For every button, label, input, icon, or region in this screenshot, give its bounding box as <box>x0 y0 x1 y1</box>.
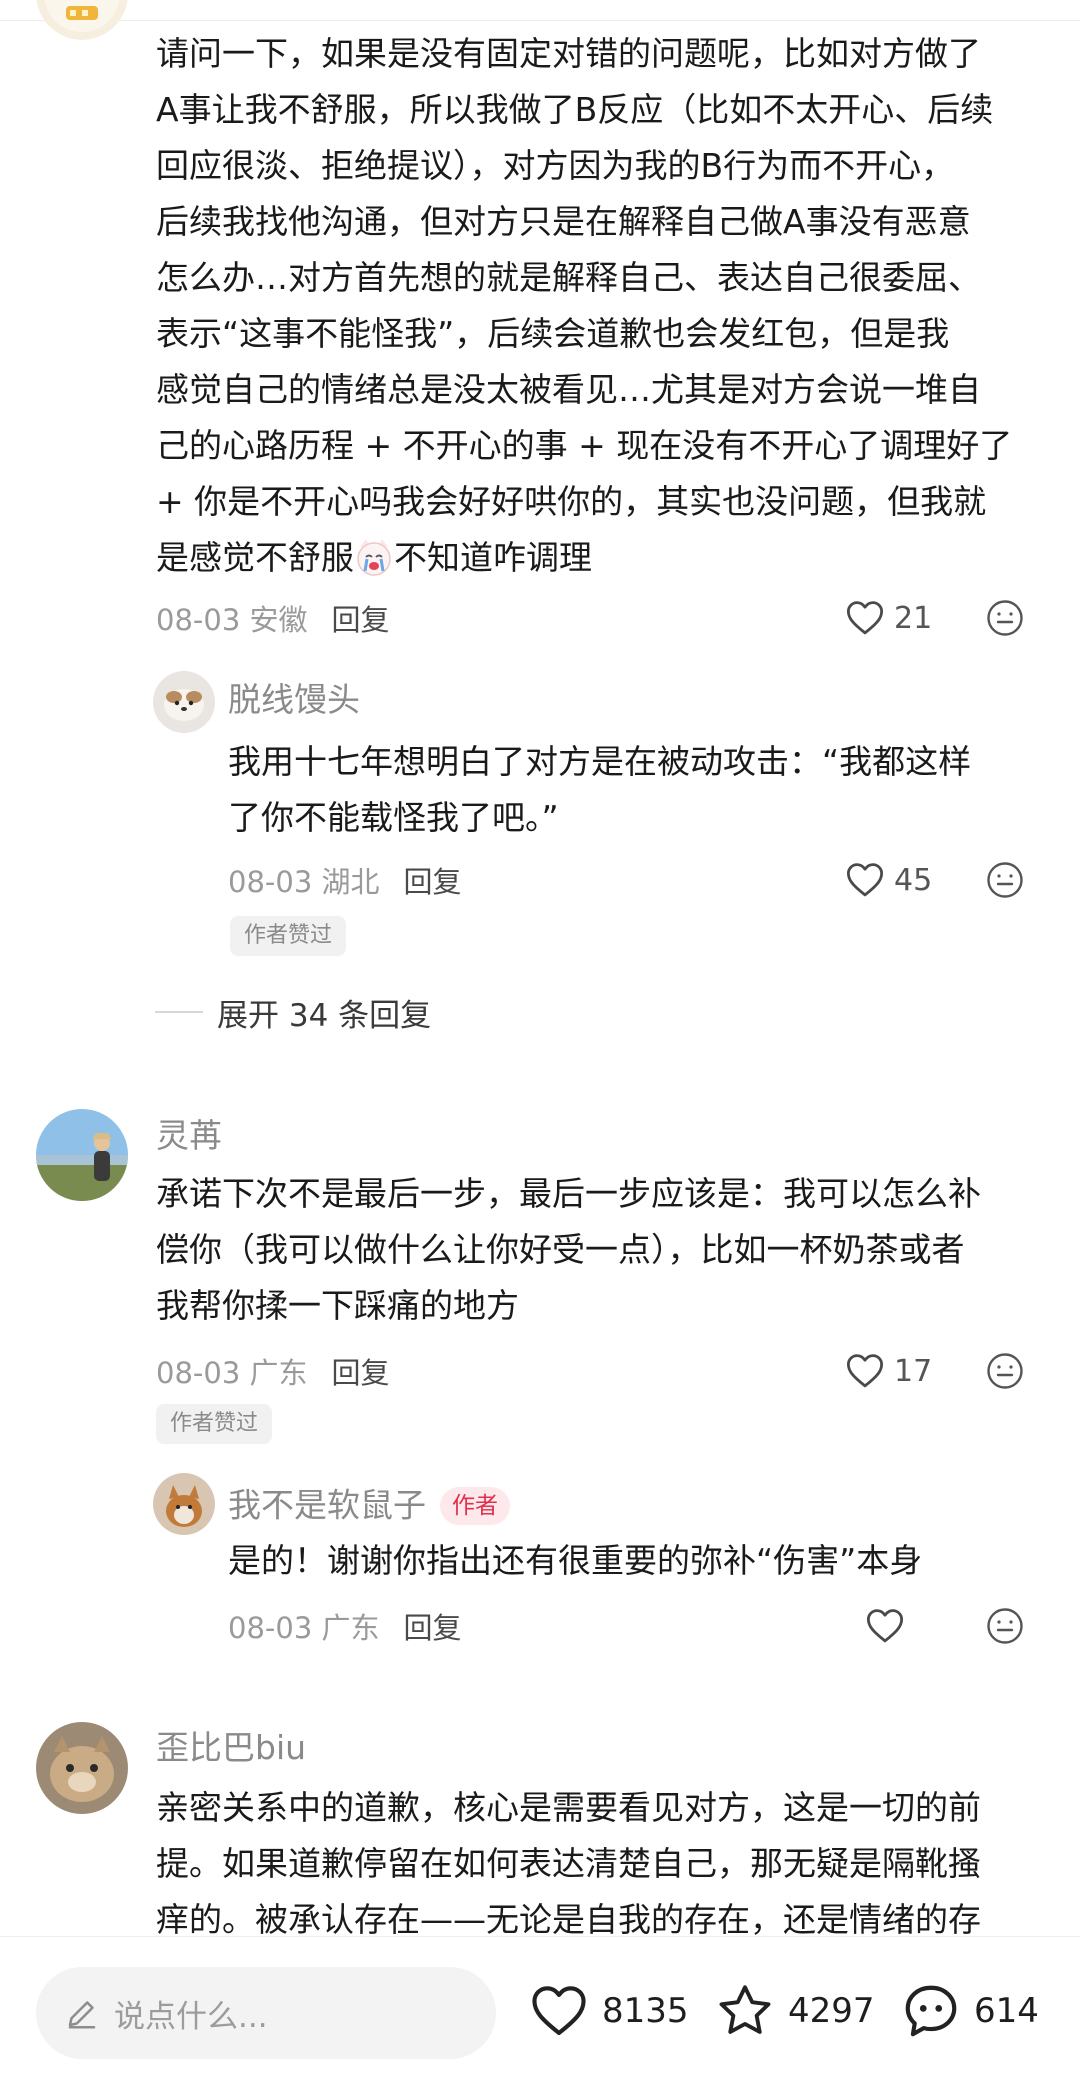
emoji-icon[interactable] <box>985 598 1025 638</box>
divider <box>0 20 1080 21</box>
like-count: 8135 <box>602 1991 689 2031</box>
comment-date: 08-03 湖北 <box>228 865 380 899</box>
heart-icon <box>532 1986 586 2036</box>
author-liked-badge: 作者赞过 <box>156 1404 273 1444</box>
like-button[interactable]: 21 <box>844 593 932 643</box>
comment-meta: 08-03 安徽 回复 <box>156 593 390 643</box>
comment-line: 是的！谢谢你指出还有很重要的弥补“伤害”本身 <box>228 1541 923 1580</box>
like-button[interactable] <box>864 1601 914 1651</box>
comment-line: 回应很淡、拒绝提议），对方因为我的B行为而不开心， <box>156 146 955 185</box>
comment-input[interactable]: 说点什么... <box>36 1967 496 2059</box>
comment-line: 了你不能载怪我了吧。” <box>228 798 559 837</box>
reply-text: 我用十七年想明白了对方是在被动攻击：“我都这样 了你不能载怪我了吧。” <box>228 734 971 846</box>
comment-line: 提。如果道歉停留在如何表达清楚自己，那无疑是隔靴搔 <box>156 1844 981 1883</box>
comment-line-part: 是感觉不舒服 <box>156 538 354 577</box>
comment-date: 08-03 安徽 <box>156 603 308 637</box>
comment-line: 怎么办…对方首先想的就是解释自己、表达自己很委屈、 <box>156 258 981 297</box>
author-badge: 作者 <box>440 1486 510 1525</box>
avatar[interactable] <box>153 1473 215 1535</box>
comment-icon <box>905 1985 957 2037</box>
reply-text: 是的！谢谢你指出还有很重要的弥补“伤害”本身 <box>228 1533 922 1589</box>
like-button[interactable]: 17 <box>844 1346 932 1396</box>
emoji-icon[interactable] <box>985 860 1025 900</box>
crying-cat-emoji <box>354 537 394 577</box>
comment-meta: 08-03 广东 回复 <box>228 1601 462 1651</box>
comment-line: 是感觉不舒服 不知道咋调理 <box>156 530 1012 586</box>
comment-line: 己的心路历程 + 不开心的事 + 现在没有不开心了调理好了 <box>156 426 1013 465</box>
like-post-button[interactable]: 8135 <box>528 1981 689 2041</box>
star-icon <box>719 1985 771 2034</box>
expand-replies-button[interactable]: 展开 34 条回复 <box>155 990 431 1034</box>
comment-line: 后续我找他沟通，但对方只是在解释自己做A事没有恶意 <box>156 202 971 241</box>
reply-button[interactable]: 回复 <box>404 859 462 901</box>
comment-line: 感觉自己的情绪总是没太被看见…尤其是对方会说一堆自 <box>156 370 981 409</box>
heart-icon <box>846 1354 884 1388</box>
comment-meta: 08-03 湖北 回复 <box>228 855 462 905</box>
comment-text: 请问一下，如果是没有固定对错的问题呢，比如对方做了 A事让我不舒服，所以我做了B… <box>156 26 1012 586</box>
comment-line: 请问一下，如果是没有固定对错的问题呢，比如对方做了 <box>156 34 981 73</box>
heart-icon <box>846 863 884 897</box>
reply-button[interactable]: 回复 <box>332 597 390 639</box>
input-placeholder: 说点什么... <box>114 1998 268 2035</box>
avatar[interactable] <box>36 1109 128 1201</box>
comments-button[interactable]: 614 <box>900 1981 1039 2041</box>
comment-line: 承诺下次不是最后一步，最后一步应该是：我可以怎么补 <box>156 1174 981 1213</box>
comment-date: 08-03 广东 <box>156 1356 308 1390</box>
comment-text: 承诺下次不是最后一步，最后一步应该是：我可以怎么补 偿你（我可以做什么让你好受一… <box>156 1166 981 1334</box>
avatar[interactable] <box>153 671 215 733</box>
favorite-button[interactable]: 4297 <box>714 1981 875 2041</box>
comment-meta: 08-03 广东 回复 <box>156 1346 390 1396</box>
username[interactable]: 歪比巴biu <box>156 1728 306 1768</box>
expand-label: 展开 34 条回复 <box>217 997 432 1034</box>
bottom-action-bar: 说点什么... 8135 4297 614 <box>0 1936 1080 2083</box>
avatar[interactable] <box>36 1722 128 1814</box>
comment-date: 08-03 广东 <box>228 1611 380 1645</box>
comment-count: 614 <box>974 1991 1039 2031</box>
author-liked-badge: 作者赞过 <box>230 916 347 956</box>
reply-button[interactable]: 回复 <box>404 1605 462 1647</box>
comment-line: 亲密关系中的道歉，核心是需要看见对方，这是一切的前 <box>156 1788 981 1827</box>
comment-line: + 你是不开心吗我会好好哄你的，其实也没问题，但我就 <box>156 482 987 521</box>
comment-line: 我帮你揉一下踩痛的地方 <box>156 1286 519 1325</box>
comment-text: 亲密关系中的道歉，核心是需要看见对方，这是一切的前 提。如果道歉停留在如何表达清… <box>156 1780 981 1948</box>
username-text: 我不是软鼠子 <box>228 1485 426 1525</box>
heart-icon <box>866 1609 904 1643</box>
heart-icon <box>846 601 884 635</box>
like-button[interactable]: 45 <box>844 855 932 905</box>
comment-line: A事让我不舒服，所以我做了B反应（比如不太开心、后续 <box>156 90 994 129</box>
favorite-count: 4297 <box>788 1991 875 2031</box>
avatar[interactable] <box>36 0 128 40</box>
emoji-icon[interactable] <box>985 1606 1025 1646</box>
comment-line: 我用十七年想明白了对方是在被动攻击：“我都这样 <box>228 742 972 781</box>
like-count: 45 <box>894 862 933 898</box>
username[interactable]: 灵苒 <box>156 1116 222 1156</box>
reply-button[interactable]: 回复 <box>332 1350 390 1392</box>
like-count: 21 <box>894 600 933 636</box>
comment-line: 偿你（我可以做什么让你好受一点），比如一杯奶茶或者 <box>156 1230 965 1269</box>
username[interactable]: 我不是软鼠子 作者 <box>228 1484 510 1526</box>
comment-line: 表示“这事不能怪我”，后续会道歉也会发红包，但是我 <box>156 314 950 353</box>
comments-page: 请问一下，如果是没有固定对错的问题呢，比如对方做了 A事让我不舒服，所以我做了B… <box>0 0 1080 2083</box>
comment-line-part: 不知道咋调理 <box>394 538 592 577</box>
username[interactable]: 脱线馒头 <box>228 680 360 720</box>
like-count: 17 <box>894 1353 933 1389</box>
divider <box>155 1011 203 1013</box>
pen-icon <box>68 2001 96 2029</box>
emoji-icon[interactable] <box>985 1351 1025 1391</box>
